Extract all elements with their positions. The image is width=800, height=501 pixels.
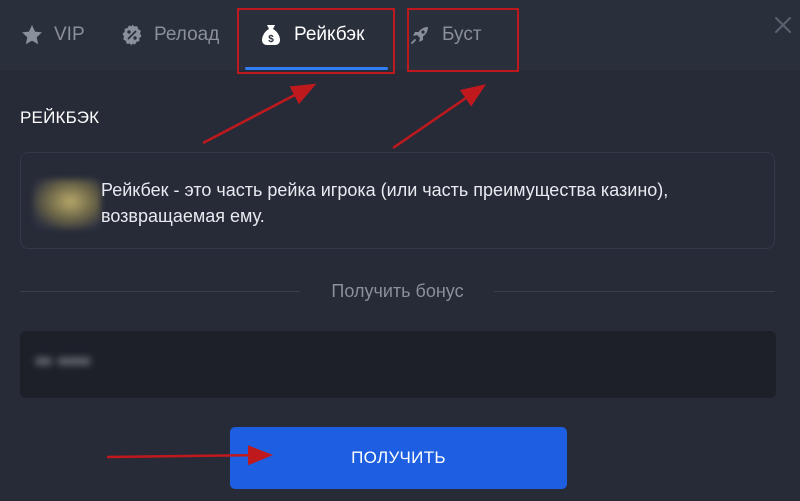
bonus-divider-label: Получить бонус [331, 281, 464, 301]
tab-reload-label: Релоад [154, 24, 220, 45]
annotation-arrows [106, 83, 487, 466]
section-title: РЕЙКБЭК [20, 108, 100, 127]
bonus-code-field[interactable]: •• •••• [20, 331, 776, 398]
tab-reload[interactable]: Релоад [120, 0, 219, 70]
arrow-to-rakeback-tab [202, 83, 317, 145]
tab-vip-label: VIP [54, 24, 85, 45]
info-card: Рейкбек - это часть рейка игрока (или ча… [20, 152, 775, 249]
highlight-box-boost [407, 8, 519, 72]
claim-button[interactable]: ПОЛУЧИТЬ [230, 427, 567, 489]
close-icon[interactable] [772, 14, 794, 36]
arrow-to-boost-tab [392, 84, 487, 150]
rakeback-image [33, 179, 101, 229]
bonus-divider: Получить бонус [20, 278, 775, 304]
highlight-box-rakeback [237, 8, 395, 74]
percent-badge-icon [120, 23, 144, 47]
star-icon [20, 23, 44, 47]
tab-bar: VIP Релоад $ Рейкбэк Буст [0, 0, 800, 70]
tab-vip[interactable]: VIP [20, 0, 85, 70]
bonus-code-value: •• •••• [36, 351, 91, 373]
rakeback-description: Рейкбек - это часть рейка игрока (или ча… [101, 180, 669, 226]
